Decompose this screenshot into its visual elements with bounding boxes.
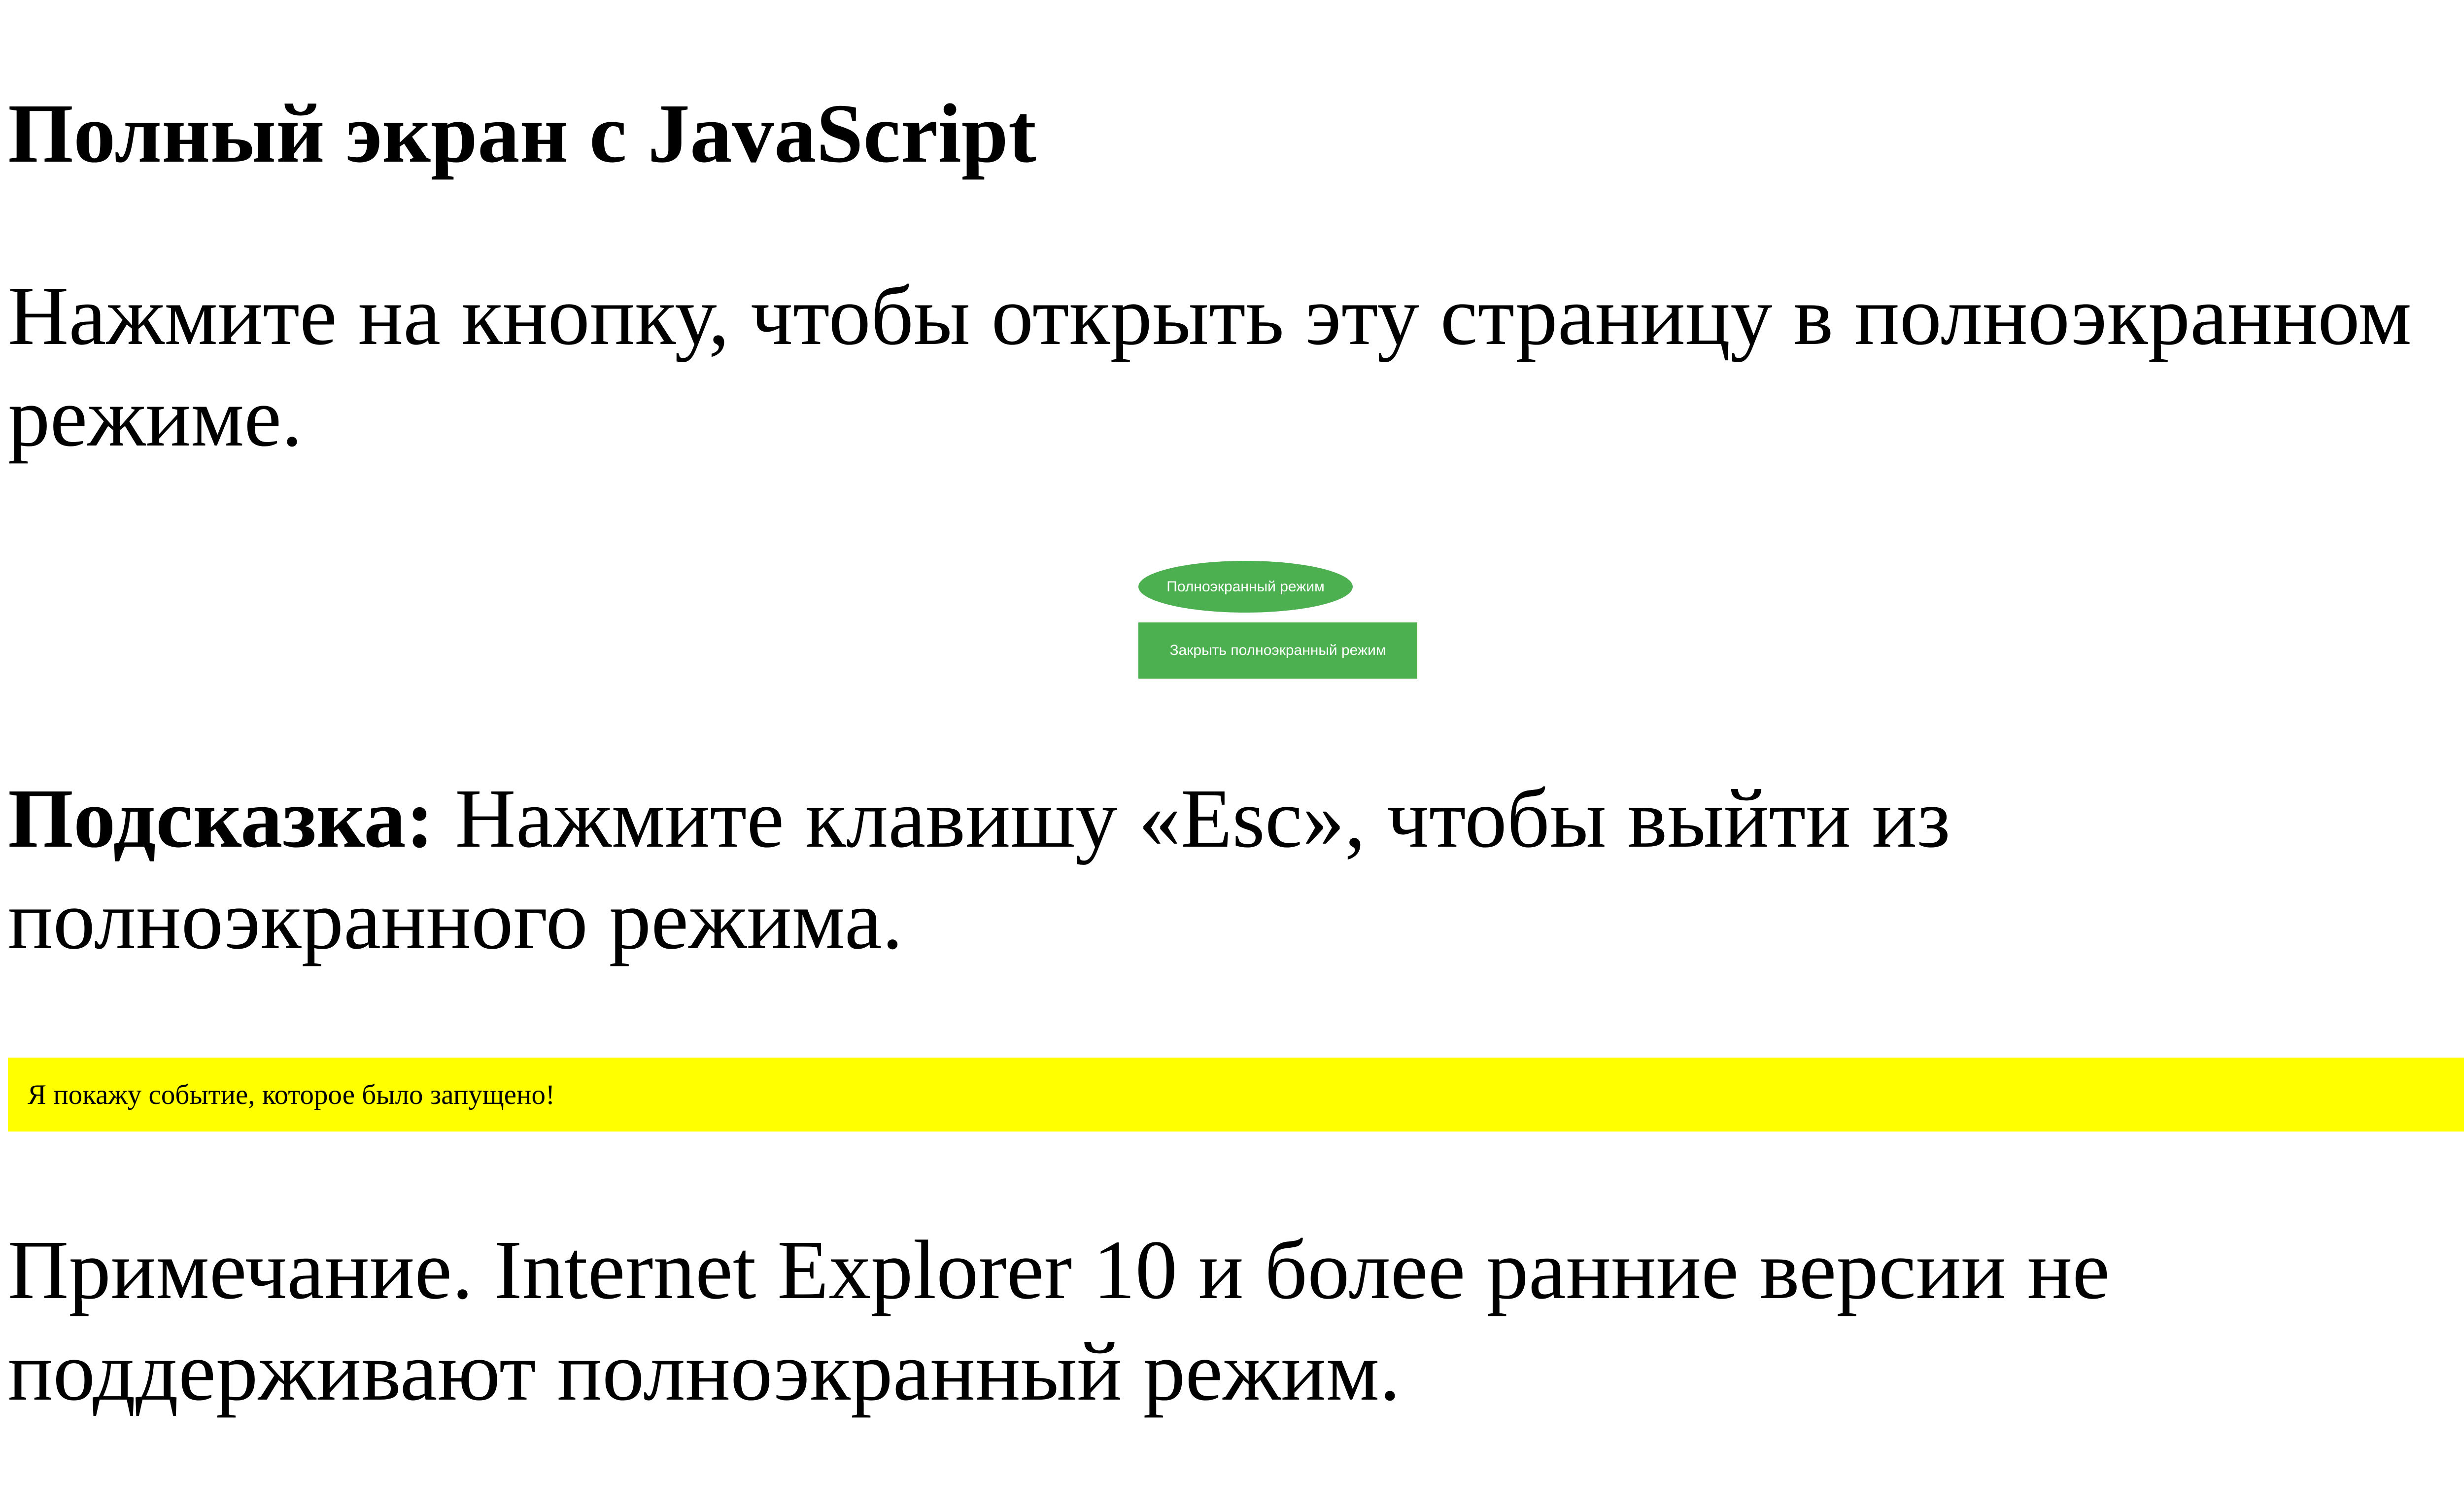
tip-paragraph: Подсказка: Нажмите клавишу «Esc», чтобы … — [8, 768, 2464, 971]
page-title: Полный экран с JavaScript — [8, 87, 1036, 180]
tip-label: Подсказка: — [8, 772, 434, 865]
event-output-text: Я покажу событие, которое было запущено! — [28, 1079, 555, 1110]
open-fullscreen-button[interactable]: Полноэкранный режим — [1138, 561, 1353, 613]
event-output-box: Я покажу событие, которое было запущено! — [8, 1058, 2464, 1132]
intro-text: Нажмите на кнопку, чтобы открыть эту стр… — [8, 269, 2412, 464]
browser-support-note: Примечание. Internet Explorer 10 и более… — [8, 1223, 2110, 1418]
page: Полный экран с JavaScript Нажмите на кно… — [0, 0, 2464, 1510]
close-fullscreen-button[interactable]: Закрыть полноэкранный режим — [1138, 622, 1417, 679]
